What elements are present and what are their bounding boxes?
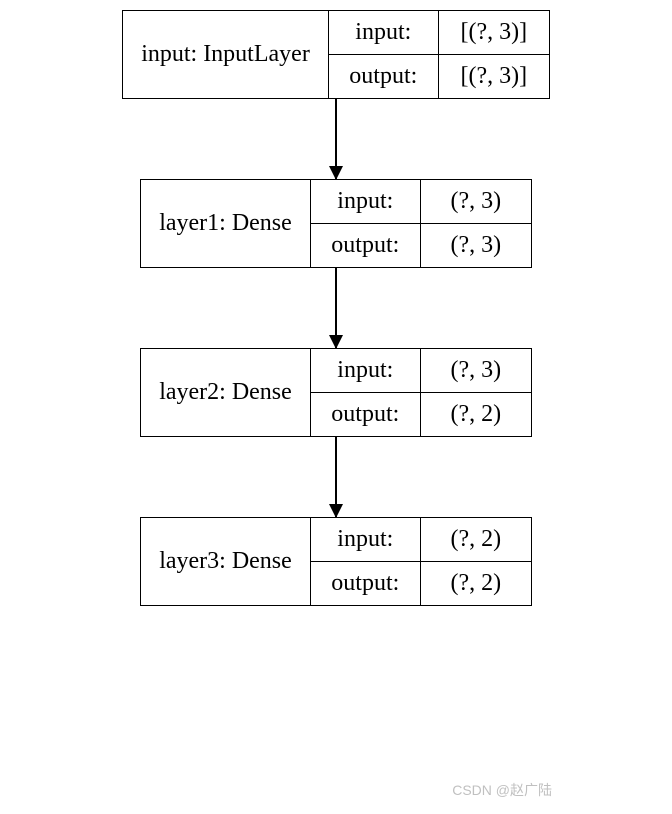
layer-label: input: InputLayer [123, 11, 329, 98]
spec-row-input: input: (?, 2) [311, 518, 531, 562]
layer-node-dense1: layer1: Dense input: (?, 3) output: (?, … [140, 179, 532, 268]
spec-key: input: [329, 11, 439, 54]
spec-key: output: [329, 55, 439, 98]
layer-specs: input: (?, 3) output: (?, 3) [311, 180, 531, 267]
arrow-icon [335, 268, 337, 348]
arrow-icon [335, 437, 337, 517]
spec-val: (?, 2) [421, 518, 531, 561]
layer-specs: input: (?, 3) output: (?, 2) [311, 349, 531, 436]
layer-node-dense2: layer2: Dense input: (?, 3) output: (?, … [140, 348, 532, 437]
spec-key: input: [311, 180, 421, 223]
spec-row-output: output: (?, 2) [311, 562, 531, 605]
spec-key: output: [311, 562, 421, 605]
spec-val: (?, 2) [421, 393, 531, 436]
spec-row-output: output: (?, 3) [311, 224, 531, 267]
model-diagram: input: InputLayer input: [(?, 3)] output… [10, 10, 662, 606]
spec-val: [(?, 3)] [439, 11, 549, 54]
spec-val: (?, 2) [421, 562, 531, 605]
spec-row-output: output: [(?, 3)] [329, 55, 549, 98]
spec-key: input: [311, 518, 421, 561]
spec-row-output: output: (?, 2) [311, 393, 531, 436]
layer-label: layer2: Dense [141, 349, 311, 436]
spec-val: (?, 3) [421, 349, 531, 392]
spec-val: (?, 3) [421, 224, 531, 267]
layer-specs: input: (?, 2) output: (?, 2) [311, 518, 531, 605]
spec-val: [(?, 3)] [439, 55, 549, 98]
layer-specs: input: [(?, 3)] output: [(?, 3)] [329, 11, 549, 98]
layer-node-input: input: InputLayer input: [(?, 3)] output… [122, 10, 550, 99]
spec-key: output: [311, 224, 421, 267]
spec-row-input: input: (?, 3) [311, 180, 531, 224]
spec-key: output: [311, 393, 421, 436]
spec-key: input: [311, 349, 421, 392]
spec-row-input: input: (?, 3) [311, 349, 531, 393]
layer-label: layer1: Dense [141, 180, 311, 267]
watermark-text: CSDN @赵广陆 [452, 780, 552, 800]
arrow-icon [335, 99, 337, 179]
layer-label: layer3: Dense [141, 518, 311, 605]
spec-val: (?, 3) [421, 180, 531, 223]
layer-node-dense3: layer3: Dense input: (?, 2) output: (?, … [140, 517, 532, 606]
spec-row-input: input: [(?, 3)] [329, 11, 549, 55]
